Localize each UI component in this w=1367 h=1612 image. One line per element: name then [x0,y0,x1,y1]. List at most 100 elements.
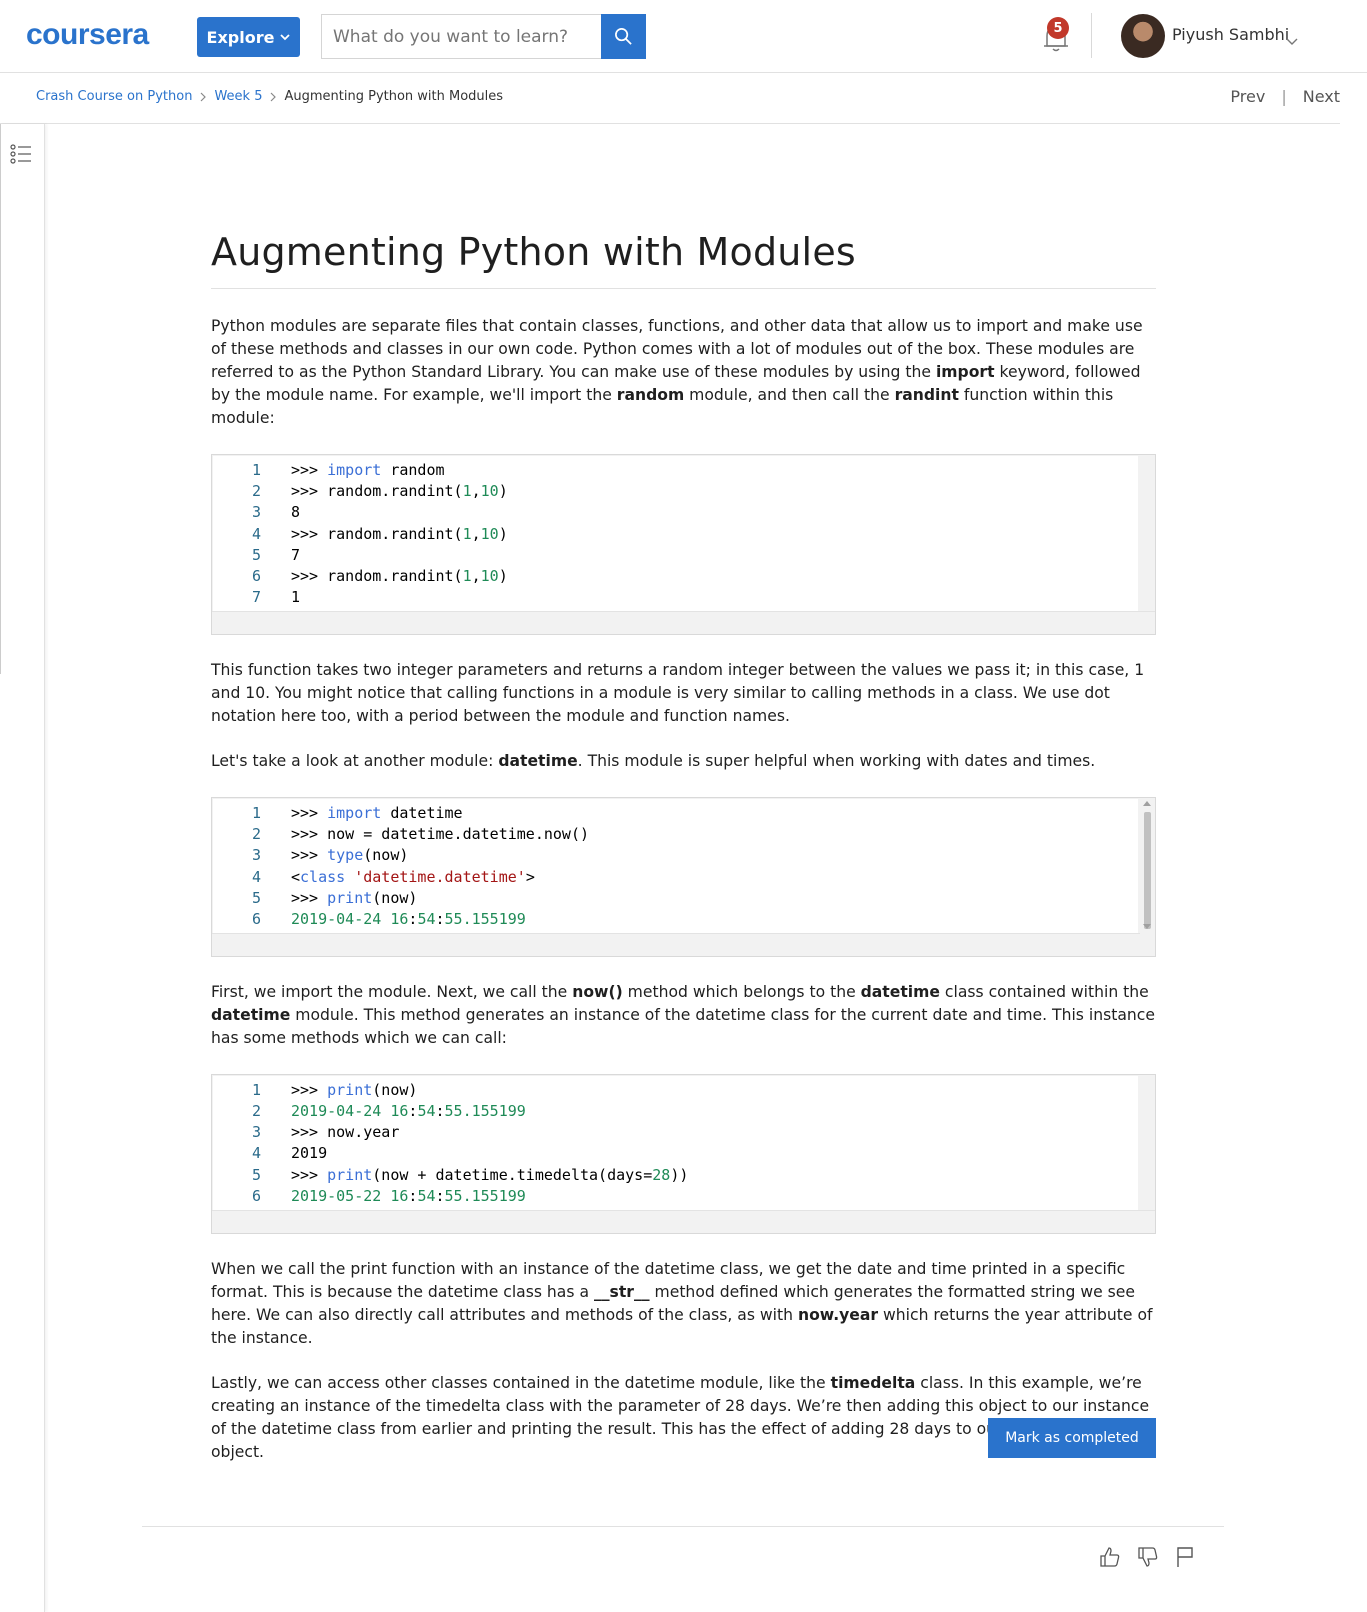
code-token: : [435,1186,445,1205]
number-token: 28 [652,1165,671,1184]
line-number: 4 [251,1144,261,1163]
code-block[interactable]: 1 >>> import random 2 >>> random.randint(1… [211,454,1156,636]
thumbs-down-icon[interactable] [1136,1545,1160,1569]
thumbs-up-icon[interactable] [1098,1545,1122,1569]
top-header: coursera Explore 5 Piyush Sambhi [0,0,1367,73]
horizontal-scrollbar[interactable] [212,932,1155,956]
code-token: >>> random.randint( [291,481,463,500]
code-line: 4 <class 'datetime.datetime'> [213,866,1138,887]
code-token: >>> [291,888,328,907]
coursera-logo[interactable]: coursera [26,20,149,50]
chevron-down-icon[interactable] [1286,31,1298,50]
code-token: ) [498,481,508,500]
code-block[interactable]: 1 >>> print(now) 2 2019-04-24 16:54:55.155… [211,1073,1156,1234]
paragraph: When we call the print function with an … [211,1258,1156,1350]
horizontal-scrollbar[interactable] [212,611,1155,635]
code-token: >>> [291,1080,328,1099]
code-token: ) [498,567,508,586]
bold-text: randint [894,386,959,404]
number-token: 54 [417,1101,436,1120]
string-token: 'datetime.datetime' [354,867,526,886]
rail-edge [0,124,1,674]
header-divider [1091,13,1092,58]
code-line: 1 >>> import random [213,459,1138,480]
paragraph: First, we import the module. Next, we ca… [211,981,1156,1050]
code-token: ) [498,524,508,543]
code-line: 6 2019-04-24 16:54:55.155199 [213,909,1138,930]
code-text: >>> now = datetime.datetime.now() [291,825,590,844]
keyword-token: print [327,888,373,907]
code-line: 5 >>> print(now) [213,887,1138,908]
number-token: 1 [291,588,301,607]
code-line: 71 [213,587,1138,608]
line-number: 2 [251,1101,261,1120]
search-input[interactable] [321,14,601,59]
explore-button[interactable]: Explore [197,17,300,57]
main-content: Augmenting Python with Modules Python mo… [211,230,1156,1464]
code-token: >>> random.randint( [291,567,463,586]
keyword-token: class [300,867,346,886]
scroll-down-arrow[interactable] [1143,923,1151,929]
paragraph: Let's take a look at another module: dat… [211,750,1156,773]
code-token: : [435,910,445,929]
breadcrumb-current: Augmenting Python with Modules [284,89,504,104]
mark-as-completed-button[interactable]: Mark as completed [988,1418,1156,1458]
code-line: 38 [213,502,1138,523]
vertical-scrollbar[interactable] [1140,798,1155,934]
list-icon[interactable] [10,144,32,168]
code-token: (now) [372,888,418,907]
number-token: 1 [462,524,472,543]
flag-icon[interactable] [1174,1545,1196,1569]
code-line: 2 2019-04-24 16:54:55.155199 [213,1100,1138,1121]
code-line: 6 >>> random.randint(1,10) [213,565,1138,586]
code-token: random [381,460,445,479]
code-token: < [291,867,301,886]
code-text: >>> import datetime [291,804,463,822]
chevron-down-icon [280,33,291,41]
code-token: , [471,481,481,500]
next-link[interactable]: Next [1303,87,1340,106]
user-name[interactable]: Piyush Sambhi [1172,25,1289,44]
number-token: 10 [480,524,499,543]
breadcrumb-week[interactable]: Week 5 [214,89,262,104]
number-token: 1 [462,481,472,500]
code-token: >>> [291,803,328,822]
code-token: : [435,1101,445,1120]
line-number: 3 [251,846,261,865]
line-number: 1 [251,460,261,479]
code-line: 2 >>> now = datetime.datetime.now() [213,823,1138,844]
line-number: 1 [251,803,261,822]
number-token: 55.155199 [444,1186,526,1205]
code-token: (now) [372,1080,418,1099]
breadcrumb-course[interactable]: Crash Course on Python [36,89,192,104]
code-line: 4 2019 [213,1143,1138,1164]
left-rail [0,124,45,1612]
bold-text: import [935,363,995,381]
prev-link[interactable]: Prev [1230,87,1265,106]
code-text: >>> now.year [291,1123,400,1142]
horizontal-scrollbar[interactable] [212,1209,1155,1233]
explore-label: Explore [206,27,275,47]
avatar[interactable] [1121,14,1165,58]
line-number: 1 [251,1080,261,1099]
code-text: >>> print(now) [291,1081,417,1099]
code-text: 2019-04-24 16:54:55.155199 [291,1102,526,1120]
number-token: 2019 [291,1144,328,1163]
bold-text: datetime [860,982,940,1001]
line-number: 3 [251,503,261,522]
code-text: <class 'datetime.datetime'> [291,868,535,886]
code-text: >>> print(now + datetime.timedelta(days=… [291,1166,688,1184]
number-token: 2019-04-24 16 [291,910,409,929]
code-block[interactable]: 1 >>> import datetime 2 >>> now = datetime… [211,797,1156,957]
nav-separator: | [1281,87,1287,106]
code-token: (now + datetime.timedelta(days= [372,1165,653,1184]
scroll-up-arrow[interactable] [1143,801,1151,807]
keyword-token: print [327,1165,373,1184]
scroll-thumb[interactable] [1144,812,1151,930]
search-button[interactable] [601,14,646,59]
code-area: 1 >>> import datetime 2 >>> now = datetime… [213,799,1138,933]
code-text: >>> random.randint(1,10) [291,567,508,585]
code-text: 2019-04-24 16:54:55.155199 [291,910,526,928]
text: module. This method generates an instanc… [211,1005,1155,1047]
